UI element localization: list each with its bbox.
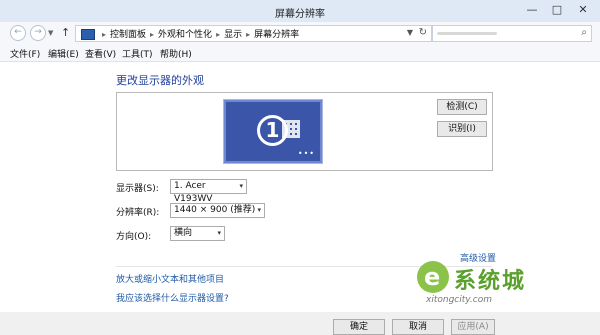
menu-help[interactable]: 帮助(H) xyxy=(160,47,192,60)
orientation-label: 方向(O): xyxy=(116,232,152,242)
menu-edit[interactable]: 编辑(E) xyxy=(48,47,79,60)
display-settings-help-link[interactable]: 我应该选择什么显示器设置? xyxy=(116,291,229,304)
display-value: 1. Acer V193WV xyxy=(174,181,213,204)
title-bar: 屏幕分辨率 — □ ✕ xyxy=(0,0,600,23)
forward-button[interactable]: → xyxy=(30,25,46,41)
menu-file[interactable]: 文件(F) xyxy=(10,47,40,60)
apply-button[interactable]: 应用(A) xyxy=(451,319,495,335)
monitor-dots: ••• xyxy=(297,149,315,158)
search-box[interactable]: ⌕ xyxy=(432,25,592,42)
search-icon[interactable]: ⌕ xyxy=(581,27,587,38)
breadcrumb: ▸ 控制面板 ▸ 外观和个性化 ▸ 显示 ▸ 屏幕分辨率 xyxy=(98,27,299,40)
watermark: e 系统城 xitongcity.com xyxy=(414,261,564,313)
orientation-select[interactable]: 横向 ▾ xyxy=(170,226,225,241)
page-title: 更改显示器的外观 xyxy=(116,74,204,87)
resolution-select[interactable]: 1440 × 900 (推荐) ▾ xyxy=(170,203,265,218)
chevron-down-icon: ▾ xyxy=(217,229,221,237)
menu-tools[interactable]: 工具(T) xyxy=(122,47,153,60)
maximize-button[interactable]: □ xyxy=(546,2,568,18)
watermark-logo-letter: e xyxy=(424,263,441,291)
display-label: 显示器(S): xyxy=(116,184,159,194)
breadcrumb-separator-icon: ▸ xyxy=(102,30,107,39)
chevron-down-icon: ▾ xyxy=(257,206,261,214)
refresh-icon[interactable]: ↻ xyxy=(419,27,427,38)
ok-button[interactable]: 确定 xyxy=(333,319,385,335)
resolution-label: 分辨率(R): xyxy=(116,208,160,218)
breadcrumb-separator-icon: ▸ xyxy=(216,30,221,39)
display-preview-panel: 1 ••• 检测(C) 识别(I) xyxy=(116,92,493,171)
monitor-1-thumbnail[interactable]: 1 ••• xyxy=(224,100,322,163)
breadcrumb-separator-icon: ▸ xyxy=(150,30,155,39)
breadcrumb-item-display[interactable]: 显示 xyxy=(224,30,242,40)
breadcrumb-separator-icon: ▸ xyxy=(246,30,251,39)
address-bar[interactable]: ▸ 控制面板 ▸ 外观和个性化 ▸ 显示 ▸ 屏幕分辨率 ▼ ↻ xyxy=(75,25,432,42)
navigation-bar: ← → ▼ ↑ ▸ 控制面板 ▸ 外观和个性化 ▸ 显示 ▸ 屏幕分辨率 ▼ ↻ ⌕ xyxy=(0,22,600,44)
watermark-logo-icon: e xyxy=(417,261,449,293)
back-button[interactable]: ← xyxy=(10,25,26,41)
breadcrumb-item-appearance[interactable]: 外观和个性化 xyxy=(158,30,212,40)
resolution-value: 1440 × 900 (推荐) xyxy=(174,205,256,215)
up-button[interactable]: ↑ xyxy=(61,26,70,39)
identify-button[interactable]: 识别(I) xyxy=(437,121,487,137)
window-title: 屏幕分辨率 xyxy=(275,9,325,20)
menu-view[interactable]: 查看(V) xyxy=(85,47,116,60)
dialog-buttons: 确定 取消 应用(A) xyxy=(0,312,600,335)
search-text-blur xyxy=(437,32,497,35)
watermark-en-text: xitongcity.com xyxy=(426,295,492,305)
chevron-down-icon: ▾ xyxy=(239,182,243,190)
close-button[interactable]: ✕ xyxy=(569,2,597,18)
breadcrumb-item-control-panel[interactable]: 控制面板 xyxy=(110,30,146,40)
address-dropdown-icon[interactable]: ▼ xyxy=(407,28,413,37)
control-panel-icon xyxy=(81,29,95,40)
recent-pages-dropdown[interactable]: ▼ xyxy=(48,29,53,37)
detect-button[interactable]: 检测(C) xyxy=(437,99,487,115)
start-grid-icon xyxy=(282,120,300,138)
breadcrumb-item-resolution[interactable]: 屏幕分辨率 xyxy=(254,30,299,40)
display-select[interactable]: 1. Acer V193WV ▾ xyxy=(170,179,247,204)
text-size-link[interactable]: 放大或缩小文本和其他项目 xyxy=(116,272,224,285)
orientation-value: 横向 xyxy=(174,228,193,238)
menu-bar: 文件(F) 编辑(E) 查看(V) 工具(T) 帮助(H) xyxy=(0,44,600,62)
watermark-cn-text: 系统城 xyxy=(454,269,527,294)
cancel-button[interactable]: 取消 xyxy=(392,319,444,335)
minimize-button[interactable]: — xyxy=(521,2,543,18)
